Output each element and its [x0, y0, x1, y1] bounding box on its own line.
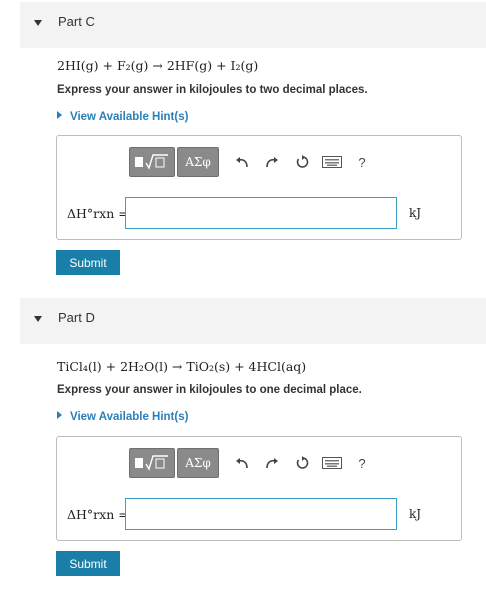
- hint-label: View Available Hint(s): [70, 111, 189, 123]
- part-c-header[interactable]: Part C: [20, 2, 486, 48]
- undo-icon[interactable]: [227, 448, 257, 478]
- keyboard-icon[interactable]: [317, 448, 347, 478]
- math-toolbar: ΑΣφ ?: [129, 146, 377, 178]
- unit-label: kJ: [409, 206, 422, 220]
- delta-h-label: ΔH°rxn =: [67, 507, 129, 522]
- help-button[interactable]: ?: [347, 147, 377, 177]
- part-title: Part C: [58, 14, 95, 29]
- answer-box: ΑΣφ ? ΔH°rxn = kJ: [56, 135, 462, 240]
- math-toolbar: ΑΣφ ?: [129, 447, 377, 479]
- redo-icon[interactable]: [257, 448, 287, 478]
- part-title: Part D: [58, 310, 95, 325]
- greek-symbols-button[interactable]: ΑΣφ: [177, 448, 219, 478]
- help-button[interactable]: ?: [347, 448, 377, 478]
- template-button[interactable]: [129, 448, 175, 478]
- undo-icon[interactable]: [227, 147, 257, 177]
- instruction-text: Express your answer in kilojoules to one…: [57, 384, 362, 396]
- view-hints-link[interactable]: View Available Hint(s): [57, 411, 188, 423]
- submit-button[interactable]: Submit: [56, 250, 120, 275]
- chevron-down-icon[interactable]: [34, 20, 42, 26]
- answer-input[interactable]: [125, 498, 397, 530]
- delta-h-label: ΔH°rxn =: [67, 206, 129, 221]
- instruction-text: Express your answer in kilojoules to two…: [57, 84, 368, 96]
- reset-icon[interactable]: [287, 448, 317, 478]
- unit-label: kJ: [409, 507, 422, 521]
- redo-icon[interactable]: [257, 147, 287, 177]
- template-button[interactable]: [129, 147, 175, 177]
- answer-input[interactable]: [125, 197, 397, 229]
- chevron-down-icon[interactable]: [34, 316, 42, 322]
- greek-symbols-button[interactable]: ΑΣφ: [177, 147, 219, 177]
- sqrt-template-icon: [135, 455, 168, 471]
- hint-label: View Available Hint(s): [70, 411, 189, 423]
- view-hints-link[interactable]: View Available Hint(s): [57, 111, 188, 123]
- triangle-right-icon: [57, 411, 62, 419]
- submit-button[interactable]: Submit: [56, 551, 120, 576]
- part-d-header[interactable]: Part D: [20, 298, 486, 344]
- reset-icon[interactable]: [287, 147, 317, 177]
- reaction-equation: TiCl₄(l) + 2H₂O(l) → TiO₂(s) + 4HCl(aq): [57, 359, 307, 374]
- reaction-equation: 2HI(g) + F₂(g) → 2HF(g) + I₂(g): [57, 58, 259, 73]
- keyboard-icon[interactable]: [317, 147, 347, 177]
- triangle-right-icon: [57, 111, 62, 119]
- answer-box: ΑΣφ ? ΔH°rxn = kJ: [56, 436, 462, 541]
- sqrt-template-icon: [135, 154, 168, 170]
